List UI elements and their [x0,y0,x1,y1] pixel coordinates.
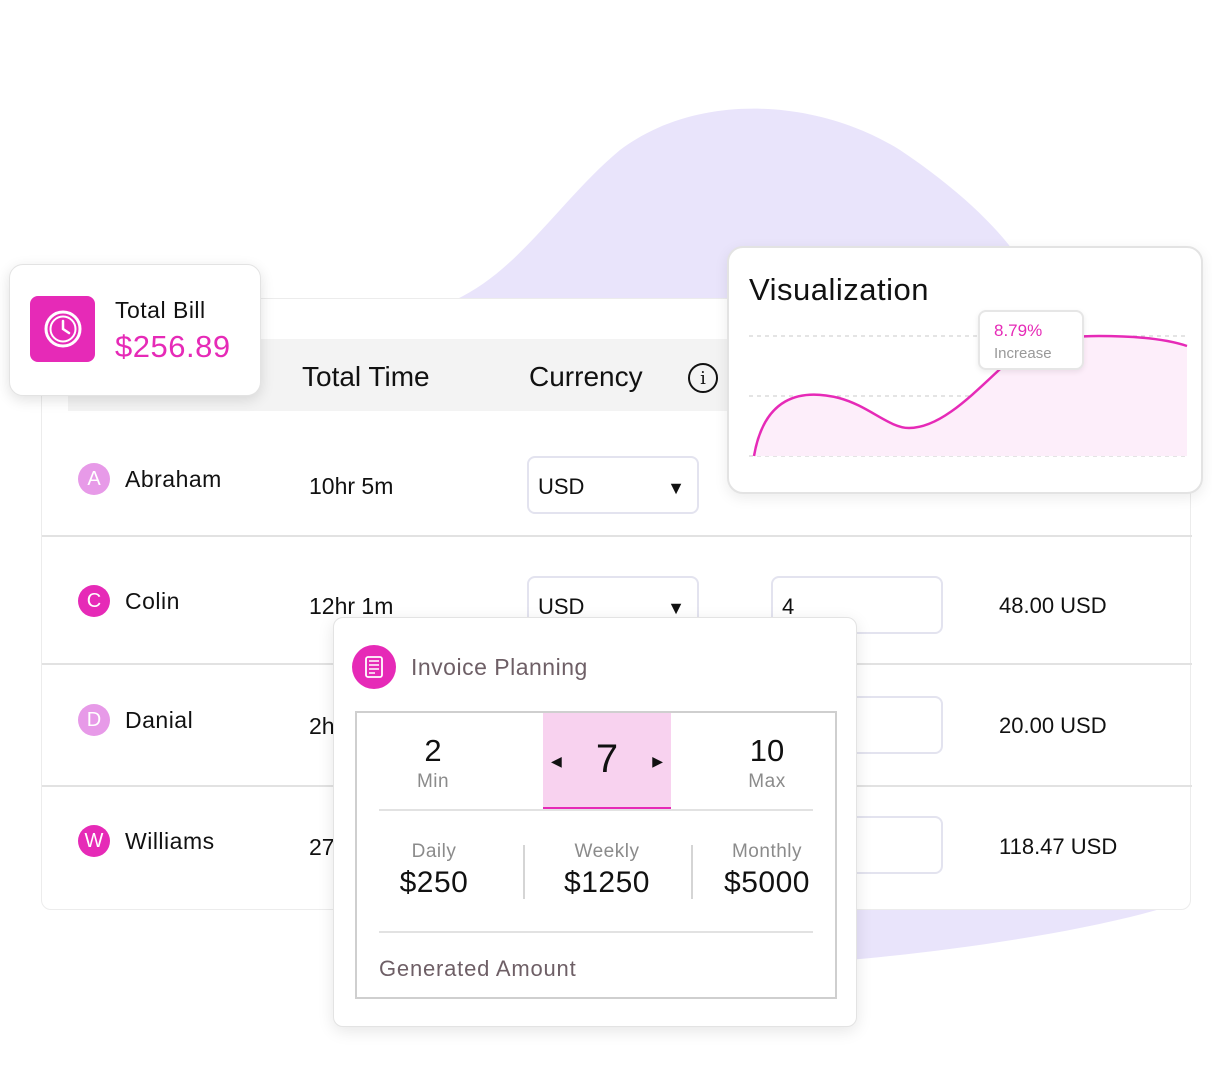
invoice-planner: 2 Min ◀ 7 ▶ 10 Max Daily $250 Weekly $12… [355,711,837,999]
min-label: Min [416,771,450,792]
period-value: $5000 [724,866,810,899]
generated-amount-label: Generated Amount [379,956,577,981]
avatar: W [78,825,110,857]
divider [379,809,813,811]
caret-down-icon: ▼ [667,598,685,618]
total-time: 12hr 1m [309,593,394,619]
total-time: 27 [309,834,335,860]
period-value: $250 [399,866,469,899]
period-label: Daily [411,841,457,862]
divider [379,931,813,933]
invoice-icon [352,645,396,689]
total-time: 2h [309,713,335,739]
total-time: 10hr 5m [309,473,394,499]
period-monthly: Monthly $5000 [707,841,827,900]
total-bill-label: Total Bill [115,297,206,323]
max-value: 10 [749,733,785,768]
member-name: Danial [125,707,194,733]
invoice-planning-title: Invoice Planning [411,654,588,680]
period-label: Weekly [574,841,640,862]
max-label: Max [748,771,786,792]
chart-tooltip: 8.79% Increase [978,310,1084,370]
tooltip-value: 8.79% [994,321,1043,340]
amount-value: 20.00 USD [999,713,1107,738]
currency-value: USD [538,474,585,499]
increment-arrow-icon[interactable]: ▶ [652,753,663,770]
amount-value: 118.47 USD [999,834,1118,859]
visualization-card: Visualization 8.79% Increase [727,246,1203,494]
total-bill-value: $256.89 [115,329,231,364]
period-value: $1250 [564,866,650,899]
stepper-min: 2 Min [379,713,487,809]
currency-select[interactable]: USD ▼ [527,456,699,514]
clock-icon [30,296,95,362]
amount-value: 48.00 USD [999,593,1107,618]
stepper-current[interactable]: ◀ 7 ▶ [543,713,671,811]
total-bill-card: Total Bill $256.89 [9,264,261,396]
member-name: Abraham [125,466,222,492]
period-daily: Daily $250 [379,841,489,900]
avatar: A [78,463,110,495]
divider [523,845,525,899]
avatar: D [78,704,110,736]
member-name: Williams [125,828,215,854]
trend-chart [749,334,1188,457]
avatar: C [78,585,110,617]
period-label: Monthly [731,841,803,862]
dashboard-illustration: Total Time Currency i A Abraham 10hr 5m … [0,0,1212,1092]
min-value: 2 [424,733,442,768]
divider [691,845,693,899]
invoice-planning-card: Invoice Planning 2 Min ◀ 7 ▶ 10 Max Dail… [333,617,857,1027]
period-weekly: Weekly $1250 [547,841,667,900]
tooltip-label: Increase [994,345,1052,362]
header-total-time: Total Time [302,361,430,392]
stepper-max: 10 Max [713,713,821,809]
caret-down-icon: ▼ [667,478,685,498]
member-name: Colin [125,588,180,614]
info-icon[interactable]: i [688,363,718,393]
header-currency: Currency [529,361,643,392]
